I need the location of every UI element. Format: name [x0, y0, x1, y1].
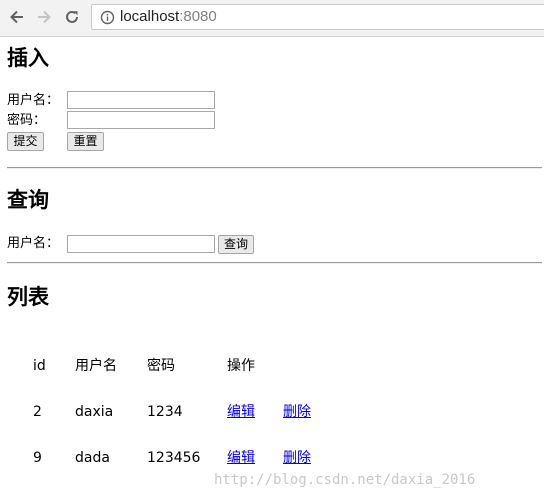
forward-icon[interactable] [34, 6, 54, 28]
divider [7, 262, 542, 264]
insert-password-label: 密码： [7, 113, 47, 128]
reload-icon[interactable] [62, 6, 82, 28]
insert-heading: 插入 [7, 46, 49, 70]
address-bar[interactable]: localhost:8080 [91, 4, 544, 30]
table-header-actions: 操作 [227, 358, 255, 374]
table-header-username: 用户名 [75, 358, 117, 374]
reset-button[interactable]: 重置 [67, 132, 104, 151]
url-host: localhost [120, 8, 180, 25]
url-port: :8080 [179, 8, 217, 25]
info-icon [100, 10, 115, 29]
query-username-input[interactable] [67, 235, 215, 253]
url-text: localhost:8080 [120, 8, 217, 25]
table-header-id: id [33, 358, 46, 374]
query-heading: 查询 [7, 188, 49, 212]
table-header-password: 密码 [147, 358, 175, 374]
table-cell-username: daxia [75, 404, 114, 420]
submit-button[interactable]: 提交 [7, 132, 44, 151]
back-icon[interactable] [7, 6, 27, 28]
query-button[interactable]: 查询 [218, 235, 254, 254]
edit-link[interactable]: 编辑 [227, 451, 255, 465]
delete-link[interactable]: 删除 [283, 405, 311, 419]
watermark: http://blog.csdn.net/daxia_2016 [214, 472, 476, 488]
insert-username-label: 用户名： [7, 93, 60, 108]
table-cell-username: dada [75, 450, 110, 466]
delete-link[interactable]: 删除 [283, 451, 311, 465]
query-username-label: 用户名： [7, 236, 60, 251]
insert-password-input[interactable] [67, 111, 215, 129]
insert-username-input[interactable] [67, 91, 215, 109]
table-cell-password: 123456 [147, 450, 201, 466]
table-cell-id: 9 [33, 450, 42, 466]
edit-link[interactable]: 编辑 [227, 405, 255, 419]
browser-toolbar: localhost:8080 [0, 0, 544, 37]
divider [7, 167, 542, 169]
table-cell-password: 1234 [147, 404, 183, 420]
table-cell-id: 2 [33, 404, 42, 420]
list-heading: 列表 [7, 285, 49, 309]
